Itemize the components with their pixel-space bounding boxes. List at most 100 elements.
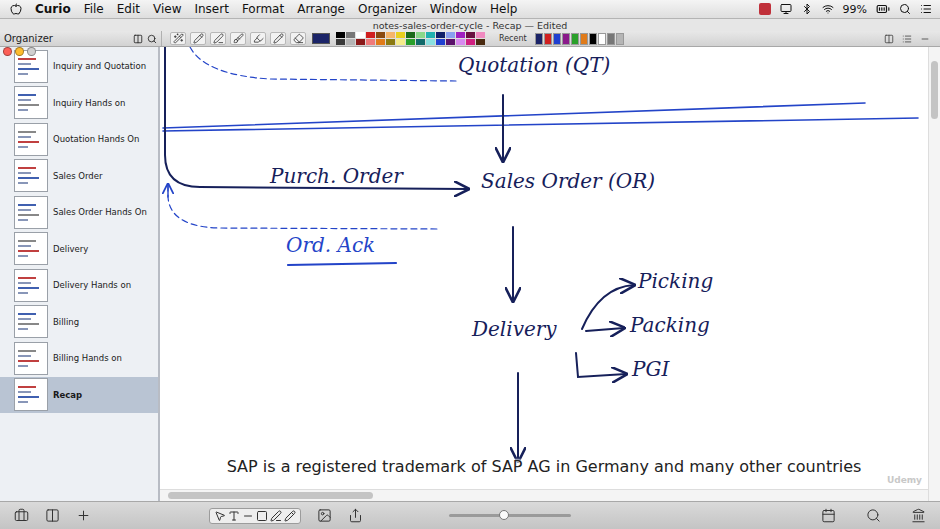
layout-icon[interactable] — [884, 34, 894, 44]
handwritten-label[interactable]: Purch. Order — [270, 164, 403, 188]
sidebar-item[interactable]: Delivery Hands on — [0, 267, 158, 304]
recent-swatch[interactable] — [544, 33, 552, 45]
menu-item[interactable]: Insert — [194, 2, 228, 16]
palette-swatch[interactable] — [356, 32, 365, 38]
briefcase-icon[interactable] — [14, 508, 29, 523]
shape-icon[interactable] — [256, 510, 268, 522]
pen-icon[interactable] — [270, 510, 282, 522]
app-menu[interactable]: Curio — [35, 2, 71, 16]
calendar-icon[interactable] — [821, 508, 836, 523]
delivery-step[interactable]: Packing — [630, 313, 710, 337]
pointer-icon[interactable] — [214, 510, 226, 522]
menu-item[interactable]: Format — [242, 2, 284, 16]
palette-swatch[interactable] — [396, 32, 405, 38]
handwritten-label[interactable]: Ord. Ack — [286, 233, 375, 257]
sidebar-item[interactable]: Quotation Hands On — [0, 121, 158, 158]
palette-swatch[interactable] — [436, 32, 445, 38]
collapse-icon[interactable] — [920, 34, 930, 44]
columns-icon[interactable] — [45, 508, 60, 523]
palette-swatch[interactable] — [466, 39, 475, 45]
current-color[interactable] — [312, 33, 330, 44]
recent-swatch[interactable] — [589, 33, 597, 45]
palette-swatch[interactable] — [416, 32, 425, 38]
palette-swatch[interactable] — [436, 39, 445, 45]
palette-swatch[interactable] — [356, 39, 365, 45]
sidebar-item[interactable]: Inquiry and Quotation — [0, 48, 158, 85]
menu-item[interactable]: Organizer — [358, 2, 417, 16]
handwritten-label[interactable]: Sales Order (OR) — [481, 169, 655, 193]
record-icon[interactable] — [759, 3, 771, 15]
recent-swatch[interactable] — [562, 33, 570, 45]
share-icon[interactable] — [348, 508, 363, 523]
horizontal-scrollbar[interactable] — [160, 489, 928, 501]
sidebar-item[interactable]: Billing — [0, 304, 158, 341]
sidebar-item[interactable]: Delivery — [0, 231, 158, 268]
tool-button[interactable] — [290, 32, 306, 45]
palette-swatch[interactable] — [376, 39, 385, 45]
apple-icon[interactable] — [10, 3, 22, 15]
recent-swatch[interactable] — [616, 33, 624, 45]
notifications-icon[interactable] — [920, 3, 932, 15]
handwritten-label[interactable]: Quotation (QT) — [458, 53, 610, 77]
search-icon[interactable] — [147, 34, 157, 44]
image-icon[interactable] — [317, 508, 332, 523]
handwritten-label[interactable]: Delivery — [472, 317, 557, 341]
palette-swatch[interactable] — [476, 39, 485, 45]
scroll-thumb[interactable] — [931, 61, 938, 119]
zoom-knob[interactable] — [499, 510, 509, 520]
menu-item[interactable]: File — [84, 2, 104, 16]
recent-swatch[interactable] — [571, 33, 579, 45]
tool-button[interactable] — [250, 32, 266, 45]
tool-button[interactable] — [230, 32, 246, 45]
close-button[interactable] — [3, 47, 12, 56]
tool-button[interactable] — [190, 32, 206, 45]
palette-swatch[interactable] — [476, 32, 485, 38]
pencil-icon[interactable] — [284, 510, 296, 522]
zoom-slider[interactable] — [449, 514, 571, 517]
library-icon[interactable] — [911, 508, 926, 523]
recent-swatch[interactable] — [598, 33, 606, 45]
recent-swatch[interactable] — [607, 33, 615, 45]
tool-button[interactable] — [270, 32, 286, 45]
palette-swatch[interactable] — [346, 32, 355, 38]
palette-swatch[interactable] — [336, 32, 345, 38]
sidebar-item[interactable]: Recap — [0, 377, 158, 414]
palette-swatch[interactable] — [446, 39, 455, 45]
zoom-button[interactable] — [27, 47, 36, 56]
palette-swatch[interactable] — [456, 32, 465, 38]
scroll-thumb[interactable] — [168, 492, 373, 499]
sidebar-item[interactable]: Inquiry Hands on — [0, 85, 158, 122]
palette-swatch[interactable] — [466, 32, 475, 38]
add-icon[interactable] — [76, 508, 91, 523]
recent-swatch[interactable] — [535, 33, 543, 45]
palette-swatch[interactable] — [406, 39, 415, 45]
delivery-step[interactable]: PGI — [632, 357, 669, 381]
text-icon[interactable] — [228, 510, 240, 522]
palette-swatch[interactable] — [336, 39, 345, 45]
menu-item[interactable]: Arrange — [297, 2, 345, 16]
panel-icon[interactable] — [133, 34, 143, 44]
palette-swatch[interactable] — [426, 32, 435, 38]
recent-swatch[interactable] — [580, 33, 588, 45]
palette-swatch[interactable] — [366, 39, 375, 45]
palette-swatch[interactable] — [456, 39, 465, 45]
notes-canvas[interactable]: Quotation (QT) Sales Order (OR) Purch. Ord… — [160, 47, 928, 489]
palette-swatch[interactable] — [386, 39, 395, 45]
menu-item[interactable]: Edit — [117, 2, 140, 16]
search-icon[interactable] — [866, 508, 881, 523]
display-icon[interactable] — [780, 3, 792, 15]
palette-swatch[interactable] — [376, 32, 385, 38]
palette-swatch[interactable] — [446, 32, 455, 38]
spotlight-icon[interactable] — [899, 3, 911, 15]
delivery-step[interactable]: Picking — [638, 269, 713, 293]
sidebar-item[interactable]: Sales Order Hands On — [0, 194, 158, 231]
battery-icon[interactable] — [876, 2, 890, 16]
menu-item[interactable]: Help — [490, 2, 517, 16]
palette-swatch[interactable] — [426, 39, 435, 45]
menu-item[interactable]: Window — [430, 2, 477, 16]
tool-button[interactable] — [210, 32, 226, 45]
palette-swatch[interactable] — [346, 39, 355, 45]
sidebar-item[interactable]: Billing Hands on — [0, 340, 158, 377]
sidebar-item[interactable]: Sales Order — [0, 158, 158, 195]
tool-button[interactable] — [170, 32, 186, 45]
